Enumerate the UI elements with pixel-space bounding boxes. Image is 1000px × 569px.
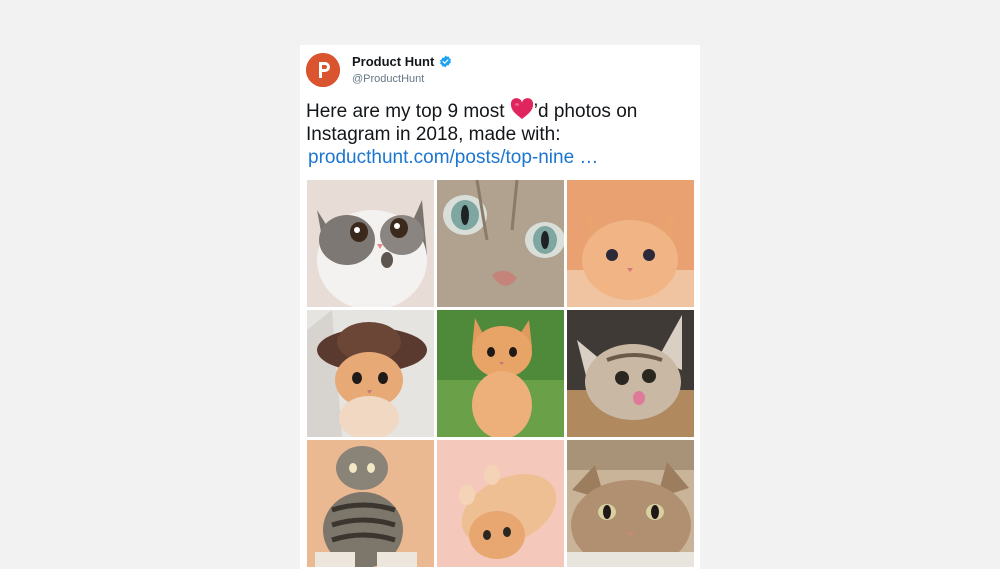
kitten-photo-9 xyxy=(567,440,694,567)
heart-icon xyxy=(510,98,533,119)
photo-7[interactable] xyxy=(307,440,434,567)
product-hunt-logo-icon xyxy=(306,53,340,87)
photo-4[interactable] xyxy=(307,310,434,437)
tweet-text-part-1: Here are my top 9 most xyxy=(306,101,510,122)
tweet-header: Product Hunt @ProductHunt xyxy=(306,53,686,89)
kitten-photo-6 xyxy=(567,310,694,437)
photo-8[interactable] xyxy=(437,440,564,567)
photo-5[interactable] xyxy=(437,310,564,437)
kitten-photo-2 xyxy=(437,180,564,307)
kitten-photo-7 xyxy=(307,440,434,567)
tweet-link[interactable]: producthunt.com/posts/top-nine … xyxy=(308,146,686,169)
photo-6[interactable] xyxy=(567,310,694,437)
photo-9[interactable] xyxy=(567,440,694,567)
photo-2[interactable] xyxy=(437,180,564,307)
kitten-photo-4 xyxy=(307,310,434,437)
author-name-row: Product Hunt xyxy=(352,54,452,69)
tweet-card: Product Hunt @ProductHunt Here are my to… xyxy=(300,45,700,569)
photo-1[interactable] xyxy=(307,180,434,307)
author-handle[interactable]: @ProductHunt xyxy=(352,73,424,85)
kitten-photo-3 xyxy=(567,180,694,307)
photo-grid xyxy=(307,180,694,567)
kitten-photo-1 xyxy=(307,180,434,307)
author-name[interactable]: Product Hunt xyxy=(352,54,434,69)
kitten-photo-5 xyxy=(437,310,564,437)
verified-badge-icon xyxy=(440,55,452,68)
photo-3[interactable] xyxy=(567,180,694,307)
kitten-photo-8 xyxy=(437,440,564,567)
tweet-text: Here are my top 9 most ’d photos on Inst… xyxy=(306,98,686,169)
avatar[interactable] xyxy=(306,53,340,87)
